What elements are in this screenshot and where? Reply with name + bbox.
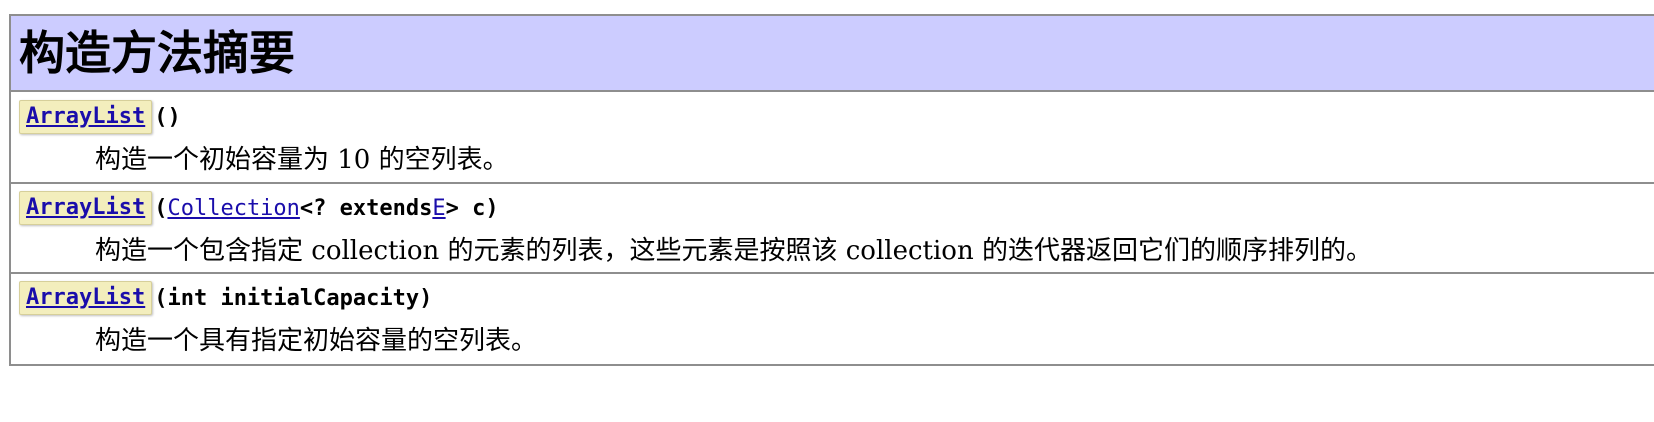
constructor-description: 构造一个包含指定 collection 的元素的列表，这些元素是按照该 coll… <box>95 236 1372 266</box>
constructor-params: () <box>154 104 181 130</box>
constructor-link-arraylist[interactable]: ArrayList <box>19 100 153 134</box>
constructor-row: ArrayList (int initialCapacity) 构造一个具有指定… <box>11 272 1654 364</box>
constructor-description: 构造一个初始容量为 10 的空列表。 <box>95 145 509 175</box>
constructor-summary-header: 构造方法摘要 <box>11 16 1654 92</box>
constructor-row: ArrayList (Collection <? extends E > c) 构造… <box>11 182 1654 272</box>
params-open-paren: ( <box>154 195 168 221</box>
constructor-signature: ArrayList (Collection <? extends E > c) <box>19 190 1654 226</box>
constructor-description: 构造一个具有指定初始容量的空列表。 <box>95 326 538 356</box>
section-title: 构造方法摘要 <box>19 26 295 80</box>
params-middle: <? extends <box>299 195 433 221</box>
constructor-signature: ArrayList (int initialCapacity) <box>19 280 1654 316</box>
generic-e-link[interactable]: E <box>432 196 445 221</box>
constructor-signature: ArrayList () <box>19 99 1654 135</box>
constructor-link-arraylist-int[interactable]: ArrayList <box>19 281 153 315</box>
constructor-summary-table: 构造方法摘要 ArrayList () 构造一个初始容量为 10 的空列表。 A… <box>9 14 1654 366</box>
constructor-row: ArrayList () 构造一个初始容量为 10 的空列表。 <box>11 92 1654 182</box>
collection-type-link[interactable]: Collection <box>167 196 299 221</box>
constructor-link-arraylist-collection[interactable]: ArrayList <box>19 191 153 225</box>
constructor-params: (int initialCapacity) <box>154 285 433 311</box>
params-end: > c) <box>445 195 499 221</box>
